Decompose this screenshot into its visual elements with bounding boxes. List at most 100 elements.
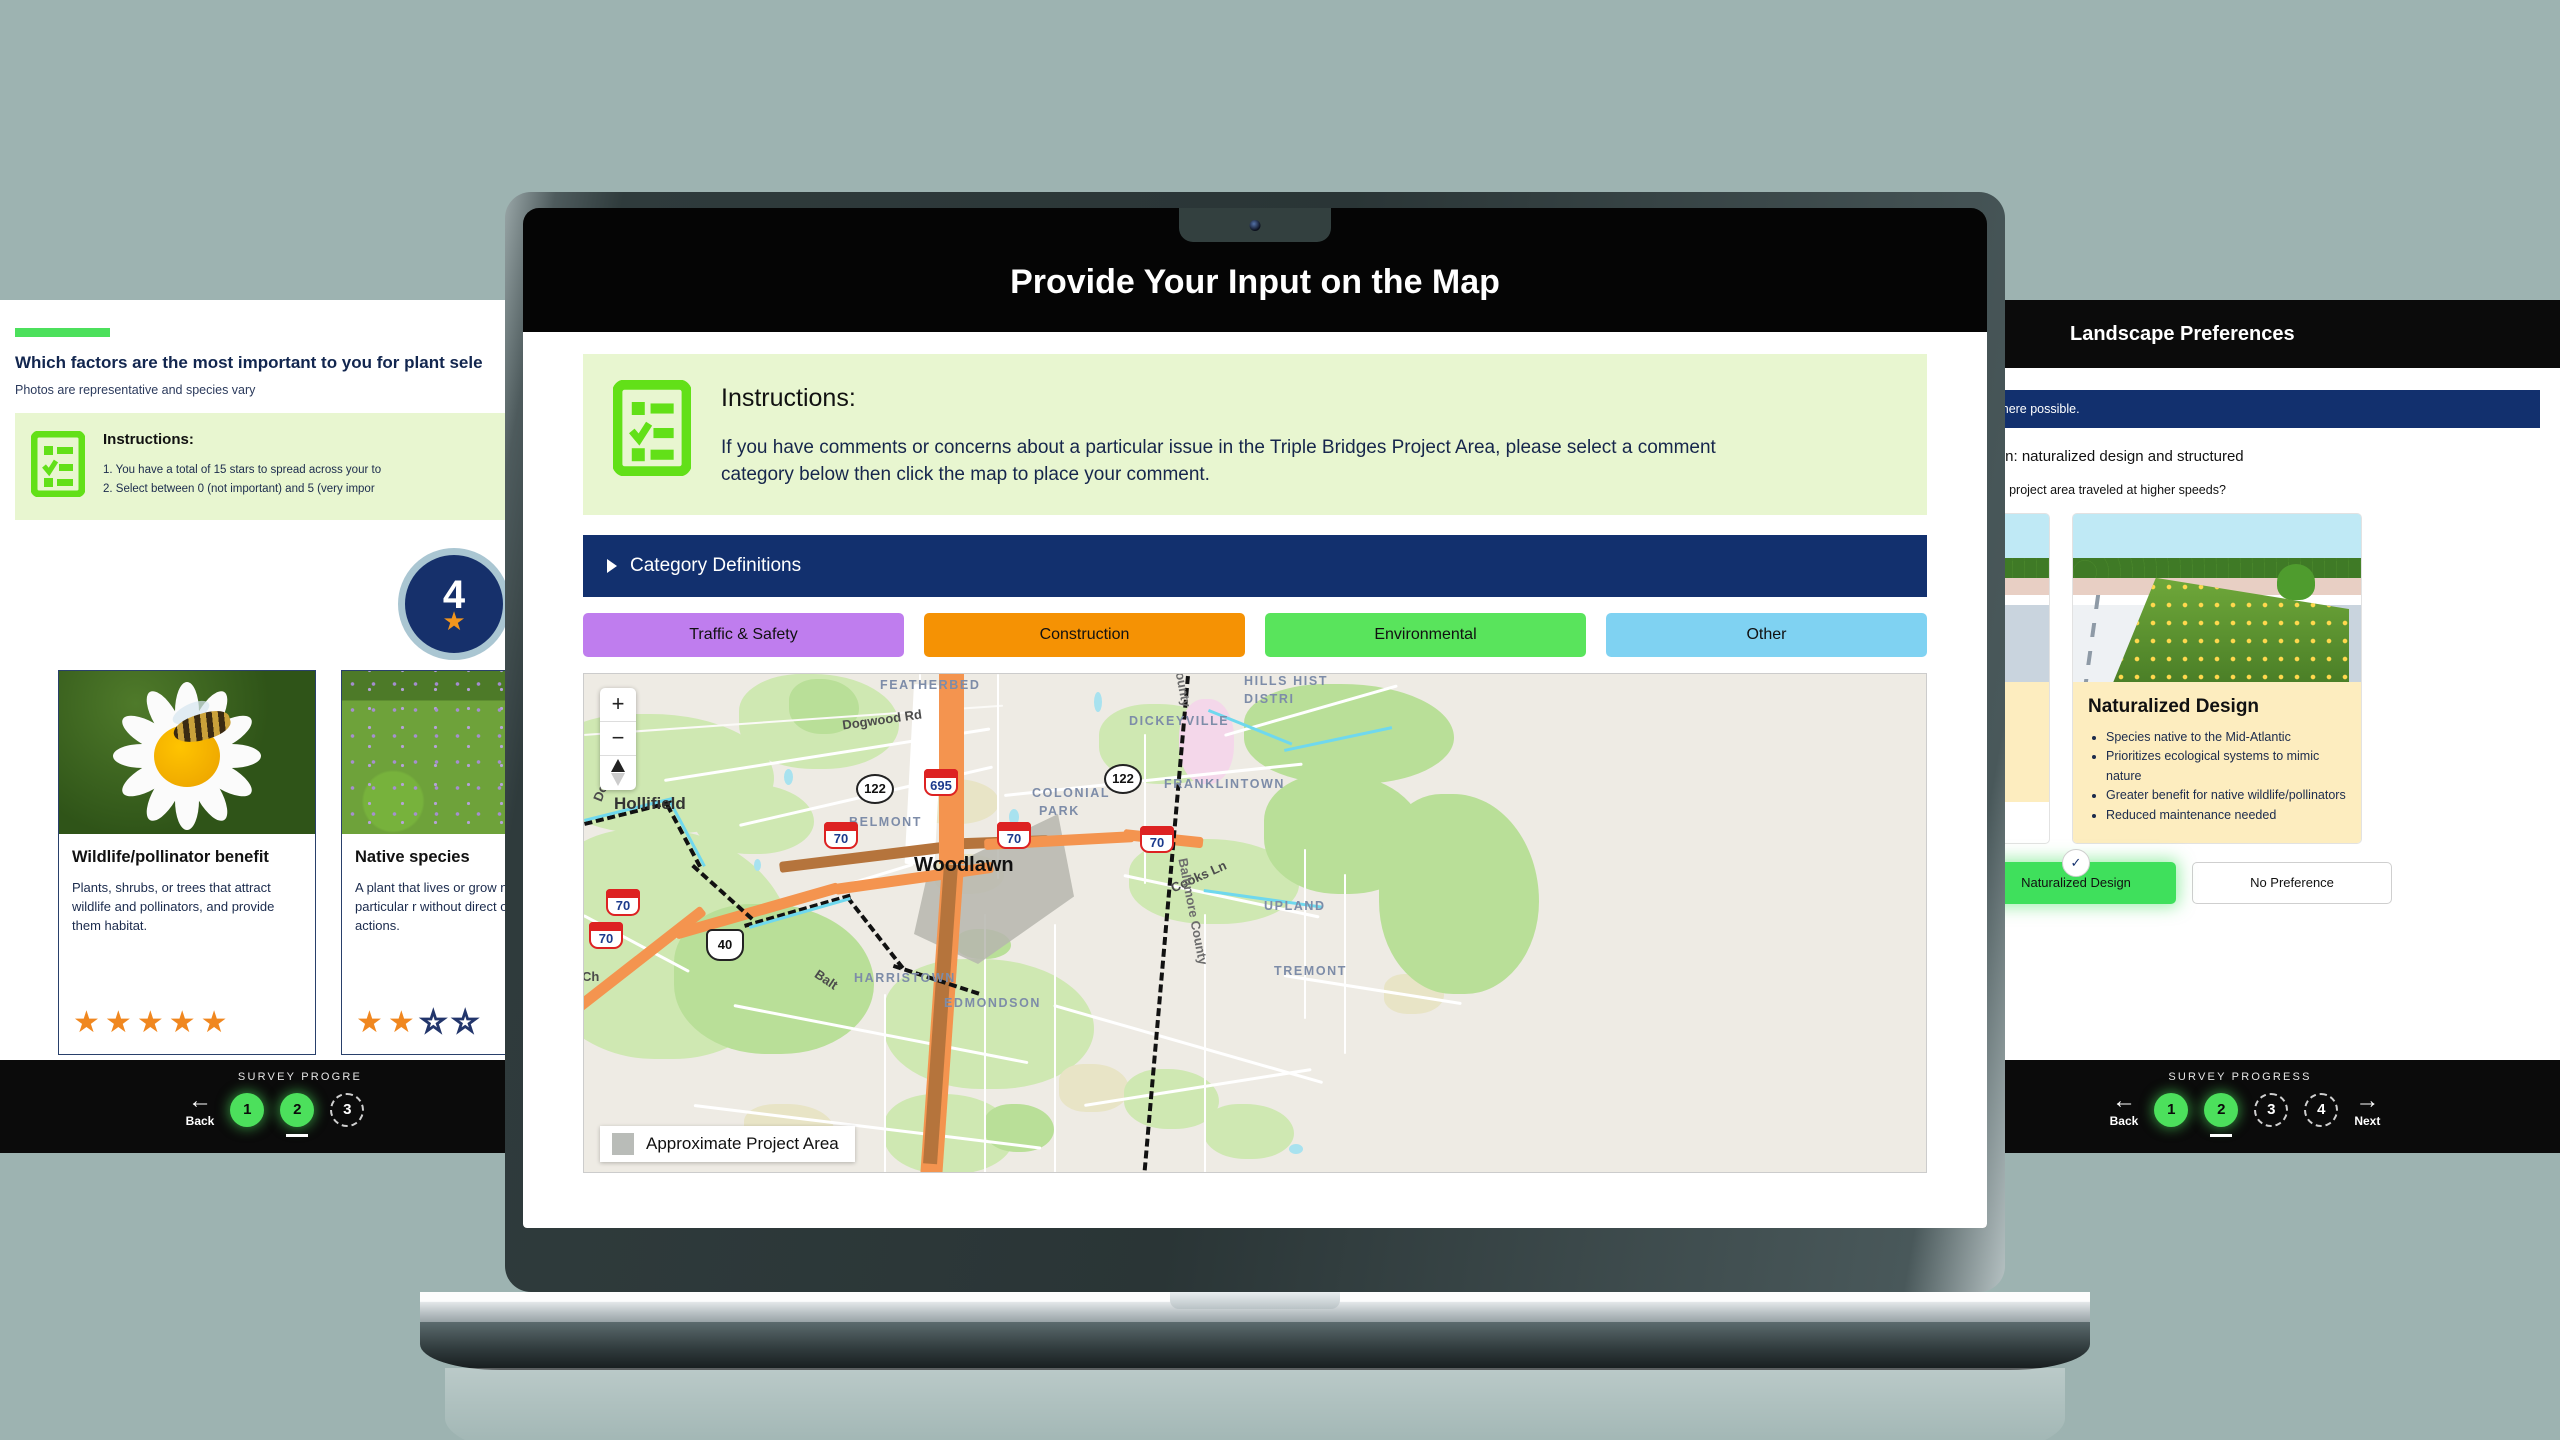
- accent-bar: [15, 328, 110, 337]
- laptop-reflection: [445, 1368, 2065, 1440]
- right-progress-label: SURVEY PROGRESS: [2168, 1071, 2312, 1083]
- preference-button-group: ✓ Naturalized Design No Preference: [2000, 848, 2560, 904]
- map-label: PARK: [1039, 803, 1080, 818]
- design-card-bullet: Prioritizes ecological systems to mimic …: [2106, 747, 2346, 786]
- laptop-screen: Provide Your Input on the Map Instructio…: [523, 208, 1987, 1228]
- map-label: HILLS HIST: [1244, 673, 1329, 688]
- map-label: DISTRI: [1244, 691, 1295, 706]
- right-step-2[interactable]: 2: [2204, 1092, 2239, 1137]
- map-zoom-controls[interactable]: + −: [600, 687, 636, 790]
- preference-button-no-preference[interactable]: No Preference: [2192, 861, 2392, 904]
- left-step-1[interactable]: 1: [230, 1092, 265, 1127]
- map-label: EDMONDSON: [944, 995, 1042, 1010]
- right-step-4[interactable]: 4: [2304, 1092, 2339, 1127]
- route-shield-122: 122: [1104, 763, 1142, 794]
- structured-design-illustration: [2000, 514, 2049, 682]
- left-instruction-line-2: 2. Select between 0 (not important) and …: [103, 483, 375, 496]
- plant-card-description: Plants, shrubs, or trees that attract wi…: [72, 880, 275, 933]
- route-shield-70: 70: [824, 821, 858, 849]
- instructions-heading: Instructions:: [721, 384, 856, 412]
- app-content: Instructions: If you have comments or co…: [523, 332, 1987, 1228]
- right-navy-strip: rated into the Triple Bridges Project wh…: [2000, 390, 2540, 428]
- category-button-environmental[interactable]: Environmental: [1265, 612, 1586, 657]
- route-shield-40: 40: [706, 928, 744, 961]
- left-progress-label: SURVEY PROGRE: [237, 1071, 363, 1083]
- check-icon: ✓: [2062, 848, 2090, 877]
- map-label: FRANKLINTOWN: [1164, 776, 1286, 791]
- clipboard-checklist-icon: [612, 379, 692, 481]
- design-card-bullet: Greater benefit for native wildlife/poll…: [2106, 786, 2346, 805]
- plant-card-star-rating[interactable]: ★★★★★: [59, 1008, 315, 1054]
- naturalized-design-illustration: [2073, 514, 2361, 682]
- category-definitions-label: Category Definitions: [630, 554, 802, 576]
- background-page-right: Landscape Preferences rated into the Tri…: [2000, 300, 2560, 1060]
- left-back-button[interactable]: ← Back: [186, 1087, 215, 1128]
- design-card-structured[interactable]: e species wildlife/pollinators ed: [2000, 513, 2050, 844]
- arrow-right-icon: →: [2355, 1087, 2380, 1114]
- plant-card-title: Wildlife/pollinator benefit: [72, 848, 269, 866]
- map-legend-label: Approximate Project Area: [646, 1133, 839, 1153]
- left-instruction-line-1: 1. You have a total of 15 stars to sprea…: [103, 464, 382, 476]
- map-compass-button[interactable]: [600, 756, 636, 790]
- design-card-list: e species wildlife/pollinators ed Natura…: [2000, 513, 2560, 844]
- category-button-other[interactable]: Other: [1606, 612, 1927, 657]
- right-step-3[interactable]: 3: [2254, 1092, 2289, 1127]
- map-zoom-out-button[interactable]: −: [600, 722, 636, 756]
- right-step-1[interactable]: 1: [2154, 1092, 2189, 1127]
- triangle-right-icon: [607, 558, 617, 573]
- rating-badge: 4 ★: [398, 548, 510, 660]
- map-zoom-in-button[interactable]: +: [600, 688, 636, 722]
- map-label: COLONIAL: [1032, 785, 1111, 800]
- laptop-base: [420, 1292, 2090, 1326]
- design-card-naturalized[interactable]: Naturalized Design Species native to the…: [2072, 513, 2362, 844]
- plant-card[interactable]: Wildlife/pollinator benefit Plants, shru…: [58, 670, 316, 1055]
- category-definitions-accordion[interactable]: Category Definitions: [583, 534, 1927, 597]
- right-header-title: Landscape Preferences: [2070, 322, 2295, 345]
- arrow-left-icon: ←: [188, 1087, 212, 1114]
- route-shield-70: 70: [1140, 825, 1174, 853]
- comment-map[interactable]: FEATHERBED Dogwood Rd Dogwood Rd DICKEYV…: [583, 672, 1927, 1173]
- map-label: Ch: [583, 968, 600, 984]
- laptop-base-front: [420, 1322, 2090, 1370]
- map-label: FEATHERBED: [880, 677, 981, 692]
- webcam-icon: [1249, 220, 1261, 231]
- right-question: turalized design style for the majority …: [2000, 483, 2226, 497]
- design-card-bullet: wildlife/pollinators: [2000, 745, 2034, 764]
- route-shield-70: 70: [589, 921, 623, 949]
- map-label: UPLAND: [1264, 898, 1326, 913]
- route-shield-695: 695: [924, 768, 958, 796]
- map-label: Hollifield: [614, 793, 686, 813]
- category-button-construction[interactable]: Construction: [924, 612, 1245, 657]
- map-label: Woodlawn: [914, 853, 1014, 876]
- laptop-mockup: Provide Your Input on the Map Instructio…: [420, 192, 2090, 1440]
- legend-swatch: [612, 1132, 634, 1155]
- laptop-notch: [1179, 208, 1331, 242]
- laptop-lid: Provide Your Input on the Map Instructio…: [505, 192, 2005, 1292]
- preference-button-naturalized-label: Naturalized Design: [2021, 875, 2131, 891]
- design-card-bullet: Reduced maintenance needed: [2106, 806, 2346, 825]
- design-card-title: Naturalized Design: [2088, 696, 2260, 717]
- preference-button-naturalized[interactable]: ✓ Naturalized Design: [2000, 848, 2176, 904]
- design-card-bullet: ed: [2000, 764, 2034, 783]
- route-shield-70: 70: [997, 821, 1031, 849]
- right-back-button[interactable]: ← Back: [2109, 1087, 2139, 1129]
- map-label: BELMONT: [849, 814, 922, 829]
- right-header: Landscape Preferences: [2000, 300, 2560, 368]
- left-question-subtitle: Photos are representative and species va…: [15, 383, 256, 397]
- right-paragraph: two approaches to landscape design: natu…: [2000, 448, 2244, 465]
- arrow-left-icon: ←: [2111, 1087, 2136, 1114]
- instructions-panel: Instructions: If you have comments or co…: [583, 354, 1927, 515]
- left-instructions-panel: Instructions: 1. You have a total of 15 …: [15, 413, 520, 520]
- route-shield-70: 70: [606, 888, 640, 916]
- bee-on-daisy-photo: [59, 671, 315, 834]
- right-survey-progress-bar: SURVEY PROGRESS ← Back 1 2 3 4 → Next: [2000, 1060, 2560, 1153]
- right-back-label: Back: [2109, 1114, 2139, 1129]
- right-next-button[interactable]: → Next: [2354, 1087, 2380, 1128]
- left-step-2[interactable]: 2: [280, 1092, 315, 1137]
- design-card-bullet: e species: [2000, 706, 2034, 725]
- design-card-bullet: Species native to the Mid-Atlantic: [2106, 728, 2346, 747]
- left-instructions-heading: Instructions:: [103, 431, 194, 448]
- left-step-3[interactable]: 3: [330, 1092, 365, 1127]
- map-label: TREMONT: [1274, 963, 1347, 978]
- category-button-traffic-safety[interactable]: Traffic & Safety: [583, 612, 904, 657]
